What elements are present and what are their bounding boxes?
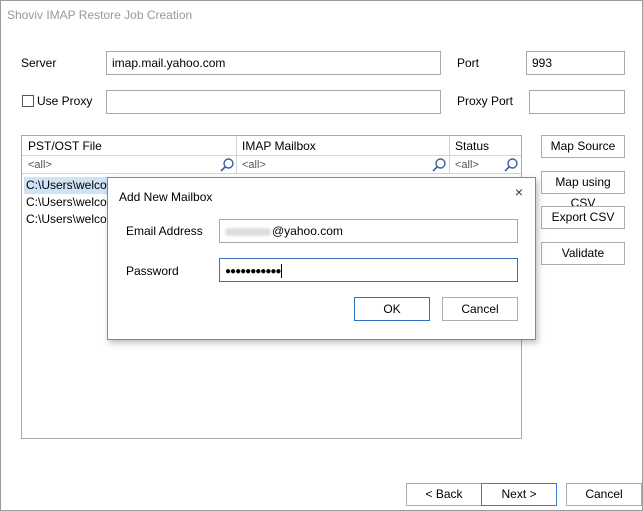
filter-imap-mailbox[interactable]: <all> xyxy=(236,156,426,174)
proxy-port-input[interactable] xyxy=(529,90,625,114)
dialog-cancel-button[interactable]: Cancel xyxy=(442,297,518,321)
search-icon[interactable] xyxy=(219,157,235,173)
filter-row: <all> <all> <all> xyxy=(22,156,521,174)
password-mask: ●●●●●●●●●●● xyxy=(225,266,281,277)
close-icon[interactable]: × xyxy=(515,184,523,200)
grid-header: PST/OST File IMAP Mailbox Status xyxy=(22,136,521,156)
column-header-status[interactable]: Status xyxy=(449,136,521,156)
add-new-mailbox-dialog: Add New Mailbox × Email Address @yahoo.c… xyxy=(107,177,536,340)
port-input[interactable]: 993 xyxy=(526,51,625,75)
window-title: Shoviv IMAP Restore Job Creation xyxy=(7,8,193,22)
filter-pst-ost-file[interactable]: <all> xyxy=(22,156,212,174)
dialog-title: Add New Mailbox xyxy=(119,190,213,204)
proxy-input[interactable] xyxy=(106,90,441,114)
email-domain: @yahoo.com xyxy=(272,224,343,238)
email-address-input[interactable]: @yahoo.com xyxy=(219,219,518,243)
next-button[interactable]: Next > xyxy=(481,483,557,506)
search-icon[interactable] xyxy=(503,157,519,173)
export-csv-button[interactable]: Export CSV xyxy=(541,206,625,229)
server-label: Server xyxy=(21,56,57,70)
map-using-csv-button[interactable]: Map using CSV xyxy=(541,171,625,210)
server-input[interactable]: imap.mail.yahoo.com xyxy=(106,51,441,75)
text-caret xyxy=(281,263,283,278)
column-header-pst-ost-file[interactable]: PST/OST File xyxy=(22,136,236,156)
cancel-button[interactable]: Cancel xyxy=(566,483,642,506)
filter-status[interactable]: <all> xyxy=(449,156,499,174)
title-bar: Shoviv IMAP Restore Job Creation xyxy=(1,1,642,31)
ok-button[interactable]: OK xyxy=(354,297,430,321)
port-label: Port xyxy=(457,56,480,70)
email-address-label: Email Address xyxy=(126,224,203,238)
back-button[interactable]: < Back xyxy=(406,483,482,506)
validate-button[interactable]: Validate xyxy=(541,242,625,265)
password-input[interactable]: ●●●●●●●●●●● xyxy=(219,258,518,282)
search-icon[interactable] xyxy=(431,157,447,173)
use-proxy-label[interactable]: Use Proxy xyxy=(37,94,92,108)
use-proxy-checkbox[interactable] xyxy=(22,95,34,107)
map-source-button[interactable]: Map Source xyxy=(541,135,625,158)
password-label: Password xyxy=(126,264,179,278)
column-header-imap-mailbox[interactable]: IMAP Mailbox xyxy=(236,136,449,156)
redacted-username xyxy=(225,227,271,236)
proxy-port-label: Proxy Port xyxy=(457,94,514,108)
